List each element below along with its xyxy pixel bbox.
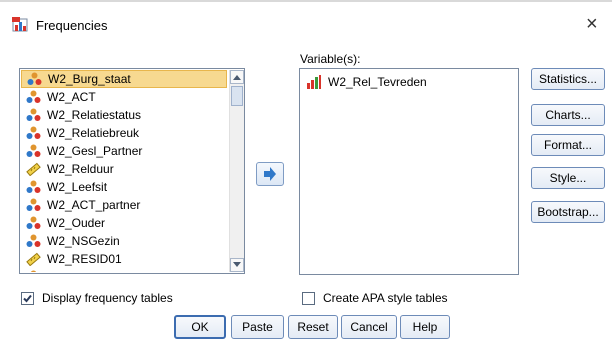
list-item[interactable]: W2_Burg_staat xyxy=(21,70,227,88)
style-button[interactable]: Style... xyxy=(531,167,605,189)
list-item[interactable]: W2_Gesl_Partner xyxy=(21,142,227,160)
scroll-down-icon xyxy=(233,262,241,267)
list-item-label: W2_RESID01 xyxy=(47,252,122,266)
nominal-icon xyxy=(26,90,41,104)
list-item[interactable] xyxy=(21,268,227,272)
ok-button[interactable]: OK xyxy=(174,315,226,339)
source-list-scrollbar[interactable] xyxy=(229,70,244,272)
list-item-label: W2_Burg_staat xyxy=(48,72,131,86)
list-item[interactable]: W2_NSGezin xyxy=(21,232,227,250)
checkbox-box[interactable] xyxy=(302,291,315,305)
reset-button[interactable]: Reset xyxy=(288,315,338,339)
target-variable-list[interactable]: W2_Rel_Tevreden xyxy=(299,68,519,275)
close-icon[interactable]: × xyxy=(586,14,598,34)
frequencies-app-icon xyxy=(12,17,30,33)
nominal-icon xyxy=(26,270,41,272)
list-item-label: W2_Relatiebreuk xyxy=(47,126,140,140)
scroll-up-icon xyxy=(233,75,241,80)
arrow-right-icon xyxy=(264,167,276,181)
list-item-label: W2_Gesl_Partner xyxy=(47,144,143,158)
list-item[interactable]: W2_ACT_partner xyxy=(21,196,227,214)
list-item-label: W2_Ouder xyxy=(47,216,106,230)
ordinal-icon xyxy=(306,75,322,89)
target-variable-label: W2_Rel_Tevreden xyxy=(328,75,427,89)
source-variable-list[interactable]: W2_Burg_staat W2_ACT W2_Relatiestatus W2_Re… xyxy=(19,68,245,274)
scale-icon xyxy=(26,162,41,177)
title-bar: Frequencies × xyxy=(0,2,612,42)
window-title: Frequencies xyxy=(36,18,108,33)
help-button[interactable]: Help xyxy=(400,315,450,339)
display-frequency-tables-checkbox[interactable]: Display frequency tables xyxy=(21,290,173,306)
list-item[interactable]: W2_Relatiestatus xyxy=(21,106,227,124)
list-item-label: W2_NSGezin xyxy=(47,234,120,248)
target-variable-item[interactable]: W2_Rel_Tevreden xyxy=(306,73,427,91)
nominal-icon xyxy=(26,108,41,122)
scroll-thumb[interactable] xyxy=(231,86,243,106)
create-apa-tables-checkbox[interactable]: Create APA style tables xyxy=(302,290,448,306)
nominal-icon xyxy=(26,216,41,230)
move-variable-button[interactable] xyxy=(256,162,284,186)
list-item[interactable]: W2_ACT xyxy=(21,88,227,106)
nominal-icon xyxy=(26,180,41,194)
list-item-label: W2_ACT_partner xyxy=(47,198,141,212)
statistics-button[interactable]: Statistics... xyxy=(531,68,605,90)
list-item[interactable]: W2_Relatiebreuk xyxy=(21,124,227,142)
create-apa-tables-label: Create APA style tables xyxy=(323,291,448,305)
nominal-icon xyxy=(26,198,41,212)
cancel-button[interactable]: Cancel xyxy=(341,315,397,339)
bootstrap-button[interactable]: Bootstrap... xyxy=(531,201,605,223)
nominal-icon xyxy=(26,144,41,158)
nominal-icon xyxy=(26,234,41,248)
scale-icon xyxy=(26,252,41,267)
checkmark-icon xyxy=(23,294,32,302)
scroll-down-button[interactable] xyxy=(230,258,244,272)
list-item-label: W2_ACT xyxy=(47,90,96,104)
charts-button[interactable]: Charts... xyxy=(531,104,605,126)
nominal-icon xyxy=(26,126,41,140)
list-item-label: W2_Leefsit xyxy=(47,180,108,194)
list-item-label: W2_Relduur xyxy=(47,162,114,176)
list-item[interactable]: W2_Leefsit xyxy=(21,178,227,196)
source-list-items: W2_Burg_staat W2_ACT W2_Relatiestatus W2_Re… xyxy=(21,70,227,272)
list-item[interactable]: W2_Relduur xyxy=(21,160,227,178)
list-item[interactable]: W2_Ouder xyxy=(21,214,227,232)
scroll-up-button[interactable] xyxy=(230,70,244,84)
format-button[interactable]: Format... xyxy=(531,134,605,156)
checkbox-box[interactable] xyxy=(21,291,34,305)
list-item-label: W2_Relatiestatus xyxy=(47,108,142,122)
display-frequency-tables-label: Display frequency tables xyxy=(42,291,173,305)
nominal-icon xyxy=(27,72,42,86)
variables-label: Variable(s): xyxy=(300,52,361,66)
list-item[interactable]: W2_RESID01 xyxy=(21,250,227,268)
paste-button[interactable]: Paste xyxy=(231,315,284,339)
